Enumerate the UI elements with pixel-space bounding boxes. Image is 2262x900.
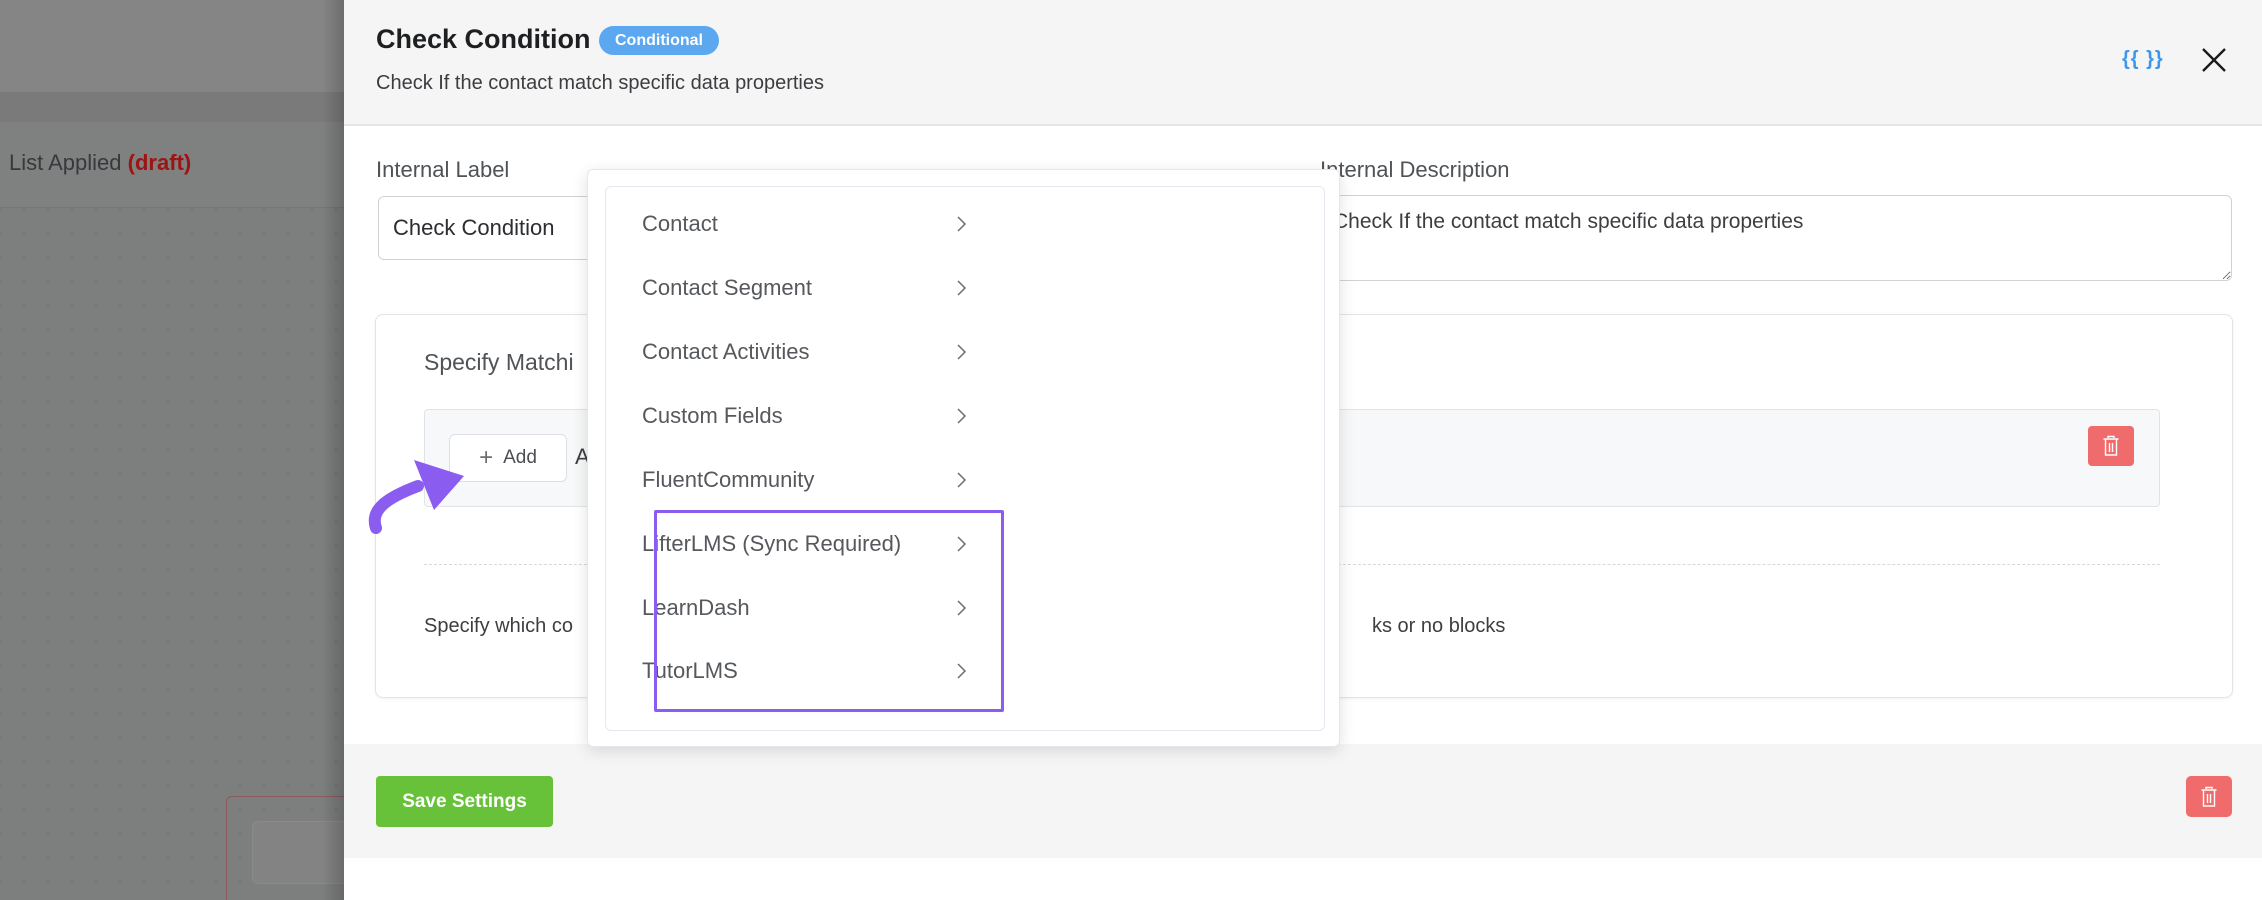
dropdown-item[interactable]: LifterLMS (Sync Required) xyxy=(642,519,972,569)
matching-title: Specify Matchi xyxy=(424,349,574,375)
trash-icon xyxy=(2103,435,2119,456)
internal-description-label: Internal Description xyxy=(1320,157,1510,182)
dropdown-item[interactable]: Custom Fields xyxy=(642,391,972,441)
chevron-right-icon xyxy=(957,663,967,679)
dropdown-item-label: LearnDash xyxy=(642,595,750,620)
drawer-header: Check Condition Conditional Check If the… xyxy=(344,0,2262,126)
dropdown-item[interactable]: TutorLMS xyxy=(642,646,972,696)
matching-help-text-end: ks or no blocks xyxy=(1372,615,1506,637)
add-condition-label: Add xyxy=(503,447,537,468)
chevron-right-icon xyxy=(957,408,967,424)
dropdown-item[interactable]: Contact Segment xyxy=(642,263,972,313)
internal-description-textarea[interactable]: Check If the contact match specific data… xyxy=(1320,195,2232,281)
dropdown-item[interactable]: Contact xyxy=(642,199,972,249)
dropdown-item-label: FluentCommunity xyxy=(642,467,815,492)
chevron-right-icon xyxy=(957,600,967,616)
dropdown-item[interactable]: Contact Activities xyxy=(642,327,972,377)
workflow-title-text: List Applied xyxy=(9,150,122,175)
dropdown-item-label: Custom Fields xyxy=(642,403,783,428)
chevron-right-icon xyxy=(957,280,967,296)
dropdown-item-label: Contact Segment xyxy=(642,275,812,300)
dropdown-item[interactable]: LearnDash xyxy=(642,583,972,633)
smartcode-icon[interactable]: {{ }} xyxy=(2122,48,2164,71)
dropdown-item-label: Contact Activities xyxy=(642,339,810,364)
internal-label-label: Internal Label xyxy=(376,157,510,182)
dropdown-item-label: TutorLMS xyxy=(642,658,738,683)
type-badge: Conditional xyxy=(599,26,719,55)
drawer-title: Check Condition xyxy=(376,24,591,54)
matching-help-text: Specify which co xyxy=(424,615,573,637)
annotation-arrow-icon xyxy=(368,460,464,534)
drawer-footer: Save Settings xyxy=(344,744,2262,858)
chevron-right-icon xyxy=(957,344,967,360)
dropdown-item-label: LifterLMS (Sync Required) xyxy=(642,531,902,556)
workflow-draft-status: (draft) xyxy=(127,150,192,175)
background-top-bar xyxy=(0,0,344,92)
chevron-right-icon xyxy=(957,216,967,232)
condition-category-dropdown: Contact Contact Segment Contact Activities… xyxy=(587,169,1340,747)
delete-group-button[interactable] xyxy=(2088,426,2134,466)
save-settings-button[interactable]: Save Settings xyxy=(376,776,553,827)
trash-icon xyxy=(2201,786,2217,807)
delete-block-button[interactable] xyxy=(2186,776,2232,817)
plus-icon: + xyxy=(479,444,494,471)
background-band xyxy=(0,92,344,122)
dropdown-item-label: Contact xyxy=(642,211,718,236)
workflow-title: List Applied (draft) xyxy=(9,150,191,176)
drawer-subtitle: Check If the contact match specific data… xyxy=(376,72,824,94)
chevron-right-icon xyxy=(957,472,967,488)
modal-shadow xyxy=(322,0,344,900)
close-icon[interactable] xyxy=(2200,46,2228,74)
chevron-right-icon xyxy=(957,536,967,552)
dropdown-menu-panel: Contact Contact Segment Contact Activities… xyxy=(605,186,1325,731)
dropdown-item[interactable]: FluentCommunity xyxy=(642,455,972,505)
